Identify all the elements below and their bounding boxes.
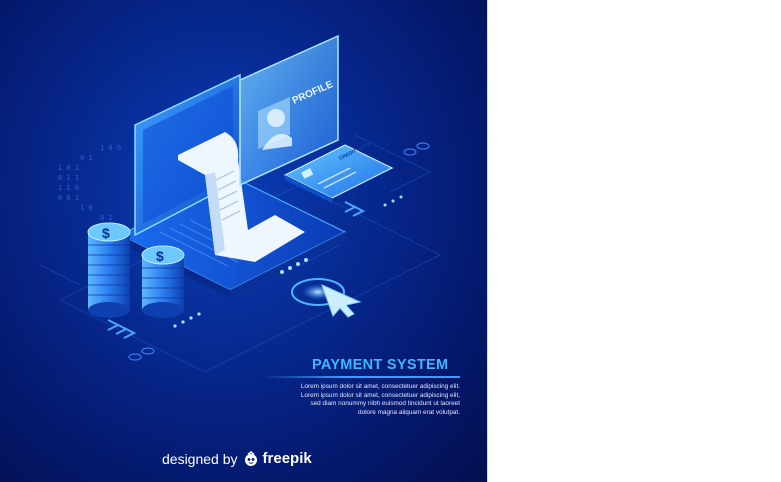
- title-divider: [262, 376, 460, 378]
- coin-dollar-icon: $: [156, 248, 164, 264]
- svg-text:1 0 1: 1 0 1: [58, 164, 79, 172]
- svg-text:1 0: 1 0: [80, 204, 93, 212]
- svg-text:0 1 1: 0 1 1: [58, 174, 79, 182]
- body-line: Lorem ipsum dolor sit amet, consectetuer…: [300, 383, 460, 390]
- image-edge: [487, 0, 488, 482]
- svg-text:0 1: 0 1: [100, 214, 113, 222]
- designer-credit: designed by freepik: [162, 450, 312, 467]
- body-line: dolore magna aliquam erat volutpat.: [358, 408, 460, 416]
- profile-avatar-icon: [267, 109, 285, 127]
- coin-stack-left: $: [87, 222, 131, 318]
- freepik-brand-text: freepik: [262, 450, 312, 467]
- svg-text:0 1: 0 1: [80, 154, 93, 162]
- cursor-arrow-icon: [321, 284, 362, 318]
- payment-illustration-poster: 1 0 1 0 1 1 1 1 0 0 0 1 0 1 1 0 1 0 0 0 1 PRO…: [0, 0, 487, 482]
- poster-body-text: Lorem ipsum dolor sit amet, consectetuer…: [262, 383, 460, 417]
- svg-text:1 0 0: 1 0 0: [100, 144, 121, 152]
- svg-text:0 0 1: 0 0 1: [58, 194, 79, 202]
- body-line: Lorem ipsum dolor sit amet, consectetuer…: [300, 391, 460, 399]
- svg-text:1 1 0: 1 1 0: [58, 184, 79, 192]
- coin-dollar-icon: $: [102, 225, 110, 241]
- freepik-logo-icon: [244, 450, 257, 466]
- designed-by-text: designed by: [162, 450, 238, 467]
- payment-system-title: PAYMENT SYSTEM: [312, 357, 449, 373]
- body-line: sed diam nonummy nibh euismod tincidunt …: [310, 400, 460, 408]
- binary-code-decoration: 1 0 1 0 1 1 1 1 0 0 0 1 0 1 1 0 1 0 0 0 1: [58, 144, 121, 222]
- coin-stack-right: $: [141, 245, 185, 318]
